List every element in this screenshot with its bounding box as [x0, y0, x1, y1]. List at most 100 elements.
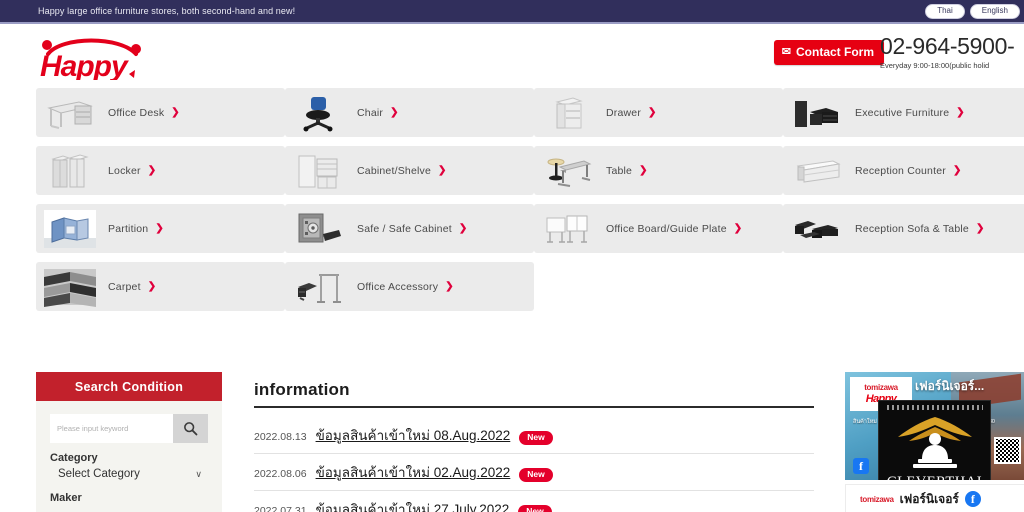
search-condition-body: Category Select Category ∨ Maker: [36, 401, 222, 504]
business-hours: Everyday 9:00-18:00(public holid: [880, 61, 990, 71]
envelope-icon: ✉: [781, 45, 791, 58]
category-label: Reception Sofa & Table: [855, 222, 969, 235]
promo-banner-main[interactable]: tomizawa Happy เฟอร์นิเจอร์... รก... สิน…: [845, 372, 1024, 480]
buddha-temple-icon: [897, 417, 972, 468]
category-label: Office Board/Guide Plate: [606, 222, 727, 235]
category-label: Executive Furniture: [855, 106, 950, 119]
office-chair-icon: [290, 90, 348, 135]
qr-code-icon: [994, 437, 1021, 464]
category-tile-safe-cabinet[interactable]: Safe / Safe Cabinet ❯: [285, 204, 534, 253]
category-tile-drawer[interactable]: Drawer ❯: [534, 88, 783, 137]
status-badge: New: [518, 505, 552, 512]
news-date: 2022.07.31: [254, 505, 307, 512]
category-tile-carpet[interactable]: Carpet ❯: [36, 262, 285, 311]
site-tagline: Happy large office furniture stores, bot…: [38, 6, 296, 16]
category-select-value: Select Category: [58, 468, 140, 480]
keyword-search-row: [50, 414, 208, 443]
chevron-right-icon: ❯: [390, 107, 399, 118]
executive-furniture-icon: [788, 90, 846, 135]
banner-column: tomizawa Happy เฟอร์นิเจอร์... รก... สิน…: [845, 372, 1024, 512]
search-condition-title: Search Condition: [36, 372, 222, 401]
category-tile-cabinet-shelve[interactable]: Cabinet/Shelve ❯: [285, 146, 534, 195]
chevron-right-icon: ❯: [155, 223, 164, 234]
carpet-icon: [41, 264, 99, 309]
lower-section: Search Condition Category Select Categor…: [0, 370, 1024, 512]
category-label: Safe / Safe Cabinet: [357, 222, 452, 235]
list-item[interactable]: 2022.08.13 ข้อมูลสินค้าเข้าใหม่ 08.Aug.2…: [254, 417, 814, 454]
cleverthai-overlay: CLEVERTHAI: [878, 400, 991, 480]
category-tile-table[interactable]: Table ❯: [534, 146, 783, 195]
cabinet-shelve-icon: [290, 148, 348, 193]
list-item[interactable]: 2022.08.06 ข้อมูลสินค้าเข้าใหม่ 02.Aug.2…: [254, 454, 814, 491]
masthead: Happy ✉ Contact Form 02-964-5900- Everyd…: [0, 24, 1024, 85]
chevron-right-icon: ❯: [952, 165, 962, 176]
table-icon: [539, 148, 597, 193]
category-tile-reception-sofa[interactable]: Reception Sofa & Table ❯: [783, 204, 1024, 253]
information-title: information: [254, 380, 350, 399]
category-label: Carpet: [108, 280, 141, 293]
status-badge: New: [519, 431, 553, 445]
facebook-icon[interactable]: f: [853, 458, 869, 474]
partition-icon: [41, 206, 99, 251]
office-accessory-icon: [290, 264, 348, 309]
category-tile-partition[interactable]: Partition ❯: [36, 204, 285, 253]
chevron-right-icon: ❯: [171, 107, 180, 118]
facebook-icon[interactable]: f: [964, 491, 981, 507]
drawer-icon: [539, 90, 597, 135]
category-label: Locker: [108, 164, 141, 177]
search-icon: [184, 422, 198, 436]
lang-button-english[interactable]: English: [969, 4, 1020, 19]
reception-counter-icon: [788, 148, 846, 193]
phone-block: 02-964-5900- Everyday 9:00-18:00(public …: [880, 33, 1024, 71]
cleverthai-wordmark: CLEVERTHAI: [887, 474, 982, 480]
chevron-right-icon: ❯: [438, 165, 447, 176]
search-condition-panel: Search Condition Category Select Categor…: [36, 372, 222, 512]
category-tile-office-desk[interactable]: Office Desk ❯: [36, 88, 285, 137]
chevron-right-icon: ❯: [975, 223, 985, 234]
locker-icon: [41, 148, 99, 193]
reception-sofa-icon: [788, 206, 846, 251]
promo-banner-secondary[interactable]: tomizawa เฟอร์นิเจอร์ f: [845, 484, 1024, 512]
information-list: 2022.08.13 ข้อมูลสินค้าเข้าใหม่ 08.Aug.2…: [254, 417, 814, 512]
category-field-label: Category: [50, 452, 98, 464]
lang-button-thai[interactable]: Thai: [925, 4, 965, 19]
chevron-right-icon: ❯: [147, 165, 157, 176]
category-select[interactable]: Select Category ∨: [50, 465, 208, 483]
search-input[interactable]: [50, 414, 173, 443]
site-logo[interactable]: Happy: [36, 32, 154, 80]
tomizawa-logo-secondary: tomizawa: [860, 494, 894, 504]
category-tile-office-accessory[interactable]: Office Accessory ❯: [285, 262, 534, 311]
category-tile-locker[interactable]: Locker ❯: [36, 146, 285, 195]
chevron-down-icon: ∨: [195, 468, 202, 479]
overlay-dotted-line: [886, 405, 983, 410]
office-desk-icon: [41, 90, 99, 135]
information-divider: [254, 406, 814, 408]
category-tile-office-board[interactable]: Office Board/Guide Plate ❯: [534, 204, 783, 253]
category-tile-reception-counter[interactable]: Reception Counter ❯: [783, 146, 1024, 195]
category-grid: Office Desk ❯ Chair ❯ Drawer ❯ Executive…: [36, 88, 1024, 311]
svg-text:Happy: Happy: [40, 50, 129, 80]
news-link[interactable]: ข้อมูลสินค้าเข้าใหม่ 02.Aug.2022: [316, 461, 511, 483]
phone-number[interactable]: 02-964-5900-: [880, 33, 1024, 59]
category-label: Drawer: [606, 106, 642, 119]
category-tile-chair[interactable]: Chair ❯: [285, 88, 534, 137]
search-button[interactable]: [173, 414, 208, 443]
news-link[interactable]: ข้อมูลสินค้าเข้าใหม่ 27.July.2022: [316, 498, 510, 512]
banner-headline: เฟอร์นิเจอร์...: [915, 379, 985, 393]
banner-secondary-text: เฟอร์นิเจอร์: [899, 491, 959, 506]
category-label: Office Accessory: [357, 280, 439, 293]
category-label: Reception Counter: [855, 164, 946, 177]
category-label: Office Desk: [108, 106, 165, 119]
news-date: 2022.08.06: [254, 468, 307, 480]
information-section: information 2022.08.13 ข้อมูลสินค้าเข้าใ…: [254, 380, 814, 512]
happy-logo-icon: Happy: [40, 38, 141, 80]
category-tile-executive-furniture[interactable]: Executive Furniture ❯: [783, 88, 1024, 137]
contact-form-label: Contact Form: [796, 45, 874, 59]
category-label: Cabinet/Shelve: [357, 164, 432, 177]
contact-form-button[interactable]: ✉ Contact Form: [773, 40, 884, 65]
maker-field-label: Maker: [50, 492, 82, 504]
news-link[interactable]: ข้อมูลสินค้าเข้าใหม่ 08.Aug.2022: [316, 424, 511, 446]
list-item[interactable]: 2022.07.31 ข้อมูลสินค้าเข้าใหม่ 27.July.…: [254, 491, 814, 512]
category-label: Table: [606, 164, 633, 177]
chevron-right-icon: ❯: [956, 107, 965, 118]
